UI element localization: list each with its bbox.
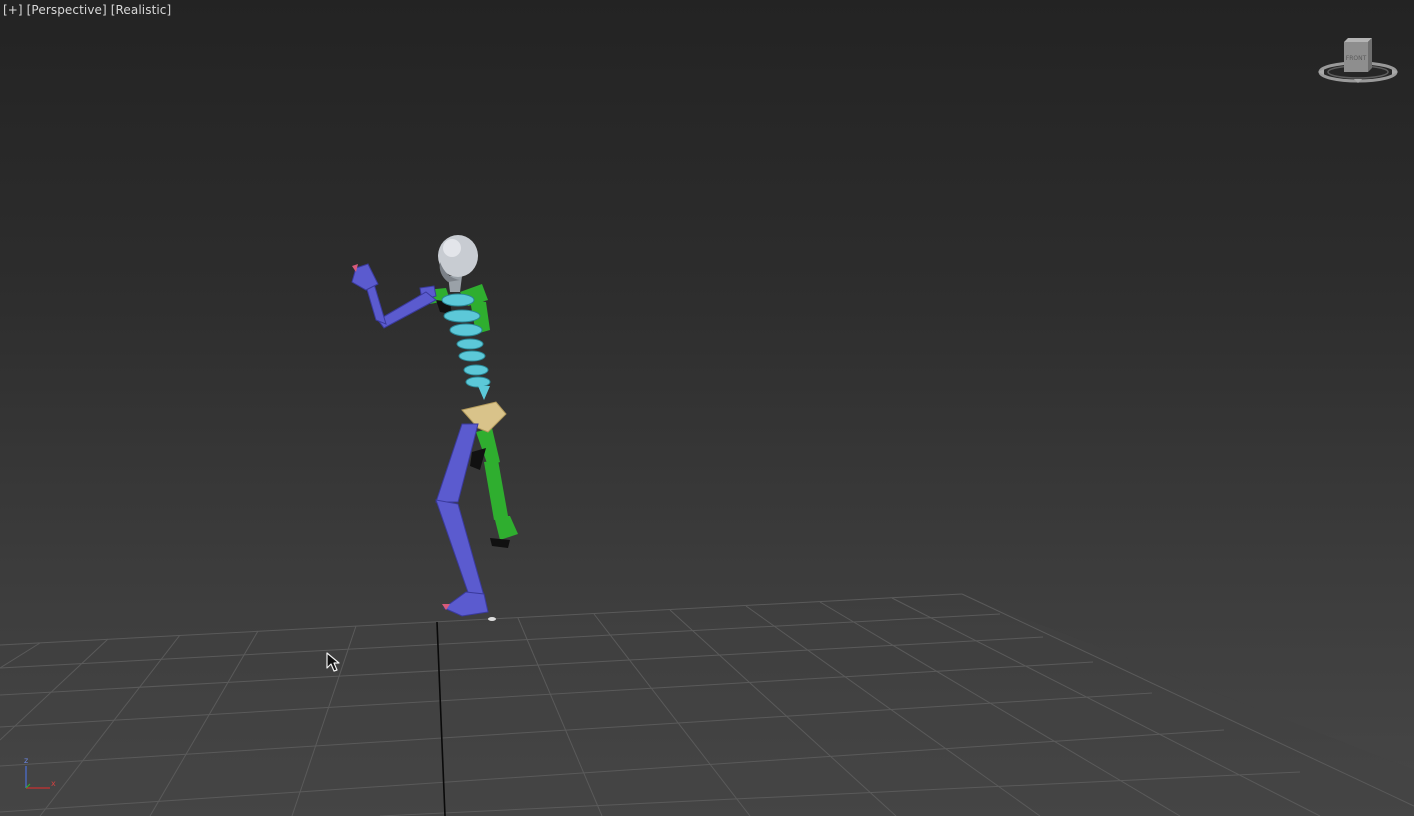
scene-3d[interactable] <box>0 0 1414 816</box>
viewcube[interactable]: FRONT <box>1316 34 1400 88</box>
mouse-pointer-icon <box>326 652 340 672</box>
x-axis-label: x <box>51 779 56 788</box>
axis-tripod: z x <box>24 756 56 789</box>
viewport-shading-menu[interactable]: [Realistic] <box>111 3 172 17</box>
viewcube-face-label[interactable]: FRONT <box>1346 55 1367 62</box>
right-leg[interactable] <box>470 428 518 548</box>
viewport-point-of-view-menu[interactable]: [Perspective] <box>27 3 107 17</box>
left-arm[interactable] <box>351 263 437 329</box>
viewport-general-menu[interactable]: [+] <box>3 3 23 17</box>
z-axis-label: z <box>24 756 28 765</box>
home-grid <box>0 593 1414 816</box>
viewport-label-menu[interactable]: [+] [Perspective] [Realistic] <box>3 3 171 17</box>
head[interactable] <box>438 235 478 282</box>
viewcube-box[interactable]: FRONT <box>1344 38 1372 72</box>
perspective-viewport[interactable]: [+] [Perspective] [Realistic] FRONT z x <box>0 0 1414 816</box>
biped-skeleton[interactable] <box>351 235 518 621</box>
